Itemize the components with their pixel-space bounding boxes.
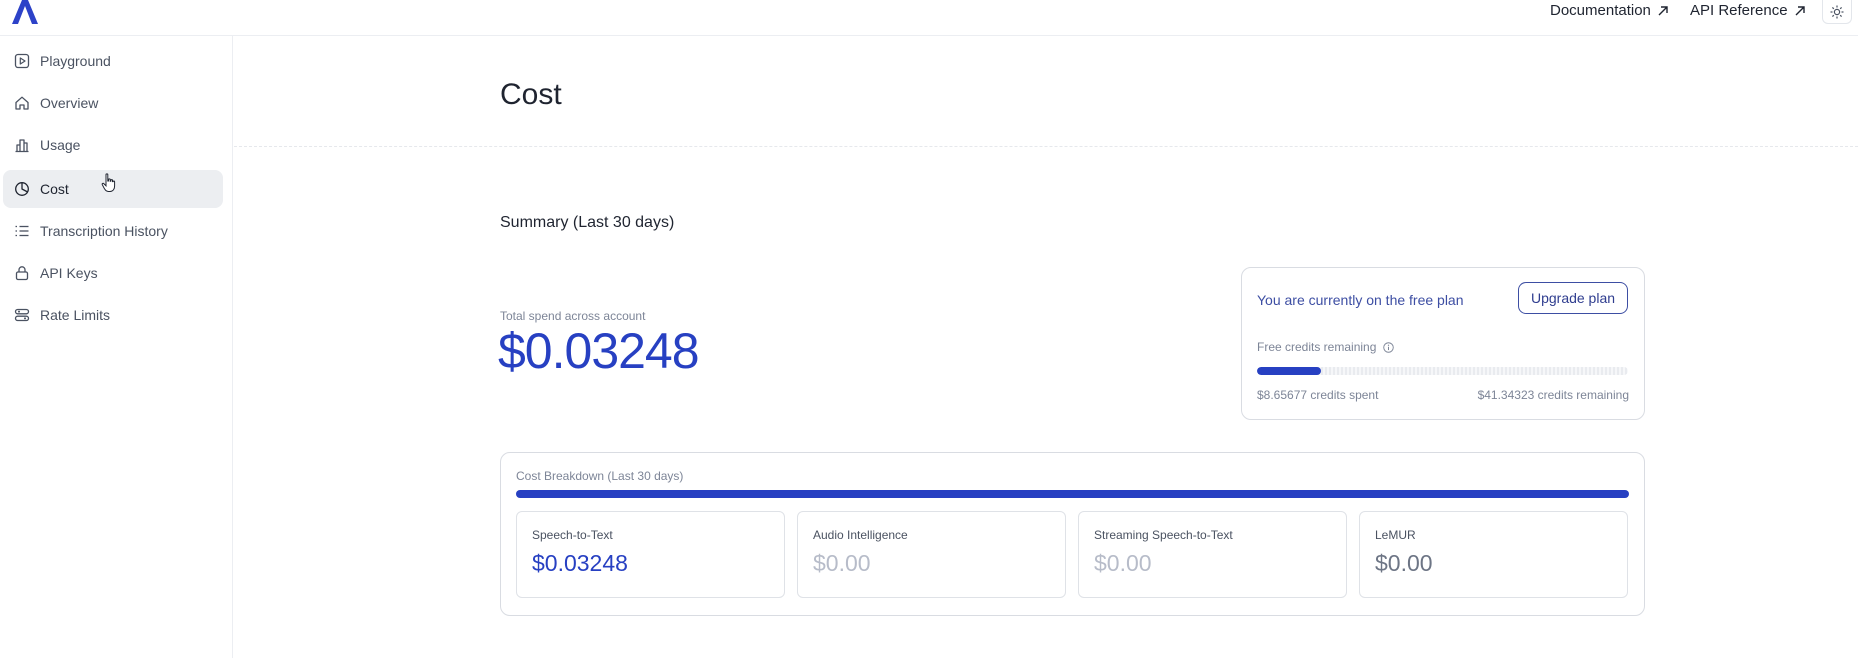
product-cost: $0.03248 <box>532 550 628 576</box>
sidebar-item-overview[interactable]: Overview <box>3 84 223 122</box>
api-reference-label: API Reference <box>1690 2 1788 19</box>
product-card-lemur: LeMUR $0.00 <box>1359 511 1628 598</box>
free-plan-card: You are currently on the free plan Upgra… <box>1241 267 1645 420</box>
sidebar-item-label: Overview <box>40 95 99 111</box>
credits-spent-text: $8.65677 credits spent <box>1257 388 1379 402</box>
sidebar-item-transcription-history[interactable]: Transcription History <box>3 212 223 250</box>
theme-toggle-button[interactable] <box>1822 0 1852 24</box>
product-name: LeMUR <box>1375 528 1416 542</box>
header-divider <box>234 146 1858 147</box>
product-name: Streaming Speech-to-Text <box>1094 528 1233 542</box>
credits-progress-fill <box>1257 367 1322 375</box>
product-cost: $0.00 <box>1375 550 1433 576</box>
cost-breakdown-title: Cost Breakdown (Last 30 days) <box>516 469 684 483</box>
info-icon[interactable] <box>1383 341 1395 353</box>
sidebar-item-api-keys[interactable]: API Keys <box>3 254 223 292</box>
cost-breakdown-bar-fill <box>516 490 1629 498</box>
product-card-speech-to-text: Speech-to-Text $0.03248 <box>516 511 785 598</box>
hand-cursor-icon <box>101 173 116 192</box>
product-name: Audio Intelligence <box>813 528 908 542</box>
product-cost: $0.00 <box>813 550 871 576</box>
sidebar-item-label: API Keys <box>40 265 98 281</box>
upgrade-plan-button[interactable]: Upgrade plan <box>1518 282 1628 314</box>
sidebar-item-label: Cost <box>40 181 69 197</box>
pie-chart-icon <box>15 182 29 196</box>
assemblyai-logo[interactable] <box>10 0 40 24</box>
sliders-icon <box>14 308 30 322</box>
arrow-up-right-icon <box>1658 5 1668 15</box>
credits-remaining-text: $41.34323 credits remaining <box>1477 388 1629 402</box>
free-credits-label: Free credits remaining <box>1257 340 1395 354</box>
list-icon <box>15 225 29 237</box>
cost-breakdown-bar <box>516 490 1629 498</box>
free-credits-label-text: Free credits remaining <box>1257 340 1377 354</box>
arrow-up-right-icon <box>1795 5 1805 15</box>
sidebar-item-label: Usage <box>40 137 81 153</box>
sidebar-item-usage[interactable]: Usage <box>3 126 223 164</box>
sidebar-item-label: Transcription History <box>40 223 168 239</box>
sidebar-item-rate-limits[interactable]: Rate Limits <box>3 296 223 334</box>
product-card-streaming-speech-to-text: Streaming Speech-to-Text $0.00 <box>1078 511 1347 598</box>
sidebar-item-label: Playground <box>40 53 111 69</box>
documentation-link[interactable]: Documentation <box>1550 2 1669 19</box>
top-bar: Documentation API Reference <box>0 0 1858 36</box>
page-title: Cost <box>500 78 562 111</box>
api-reference-link[interactable]: API Reference <box>1690 2 1806 19</box>
product-card-audio-intelligence: Audio Intelligence $0.00 <box>797 511 1066 598</box>
home-icon <box>15 96 29 110</box>
lock-icon <box>15 266 29 281</box>
plan-status-text: You are currently on the free plan <box>1257 292 1464 308</box>
product-cost: $0.00 <box>1094 550 1152 576</box>
bar-chart-icon <box>15 139 29 153</box>
cost-breakdown-card: Cost Breakdown (Last 30 days) Speech-to-… <box>500 452 1645 616</box>
credits-progress-bar <box>1257 367 1628 375</box>
play-square-icon <box>14 53 30 69</box>
sidebar: Playground Overview Usage Cost Transcrip… <box>0 36 233 658</box>
total-spend-value: $0.03248 <box>498 323 700 379</box>
product-name: Speech-to-Text <box>532 528 613 542</box>
summary-title: Summary (Last 30 days) <box>500 214 675 231</box>
sidebar-item-label: Rate Limits <box>40 307 111 323</box>
sidebar-item-playground[interactable]: Playground <box>3 42 223 80</box>
main-content: Cost Summary (Last 30 days) Total spend … <box>234 36 1858 658</box>
documentation-label: Documentation <box>1550 2 1651 19</box>
sun-icon <box>1830 5 1844 18</box>
total-spend-label: Total spend across account <box>500 309 646 323</box>
